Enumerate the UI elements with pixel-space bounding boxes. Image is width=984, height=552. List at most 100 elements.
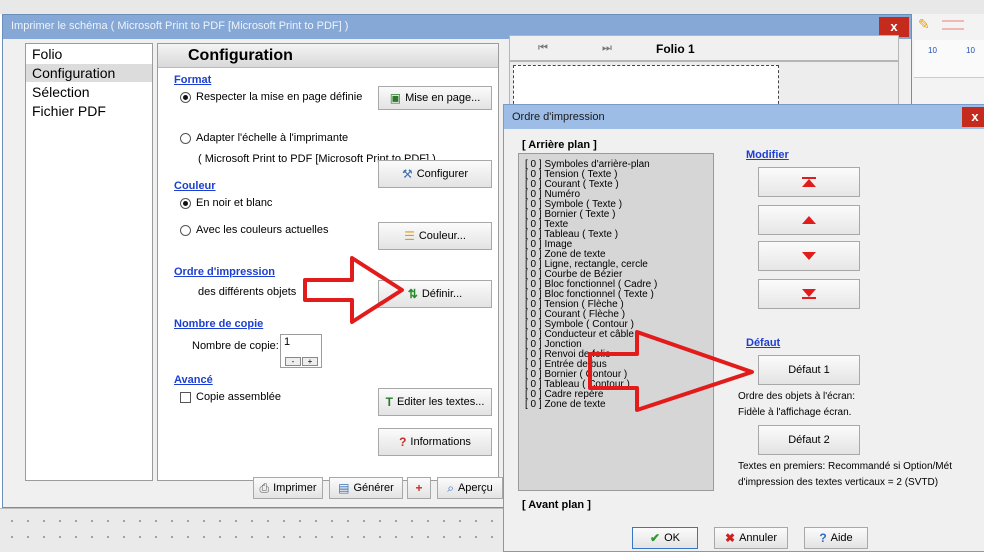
ok-button[interactable]: ✔ OK <box>632 527 698 549</box>
move-bottom-bar-icon <box>802 297 816 299</box>
sidebar-item-selection[interactable]: Sélection <box>32 84 90 100</box>
couleur-button[interactable]: ☰ Couleur... <box>378 222 492 250</box>
configurer-label: Configurer <box>416 168 469 180</box>
informations-button[interactable]: ? Informations <box>378 428 492 456</box>
copies-decrement-button[interactable]: - <box>285 357 301 366</box>
couleur-label: Couleur... <box>418 230 466 242</box>
info-question-icon: ? <box>399 435 407 449</box>
ordre-description: des différents objets <box>198 286 297 298</box>
page-setup-icon: ▣ <box>389 91 402 105</box>
defaut-2-description: Textes en premiers: Recommandé si Option… <box>738 461 952 472</box>
sidebar-item-configuration[interactable]: Configuration <box>32 65 115 81</box>
apercu-button[interactable]: ⌕ Aperçu <box>437 477 503 499</box>
add-pdf-button[interactable]: + <box>407 477 431 499</box>
sort-arrows-icon: ⇅ <box>407 287 418 301</box>
close-button[interactable]: x <box>879 17 909 37</box>
last-page-icon[interactable]: ⏭ <box>602 42 612 55</box>
radio-respecter-mise-en-page[interactable] <box>180 92 191 103</box>
help-icon: ? <box>819 531 827 545</box>
move-to-top-button[interactable] <box>758 167 860 197</box>
mise-en-page-button[interactable]: ▣ Mise en page... <box>378 86 492 110</box>
print-order-list[interactable]: [ 0 ] Symboles d'arrière-plan [ 0 ] Tens… <box>518 153 714 491</box>
print-sidebar: Folio Configuration Sélection Fichier PD… <box>25 43 153 481</box>
menu-lines-icon <box>942 20 964 30</box>
panel-title: Configuration <box>188 47 293 64</box>
cancel-x-icon: ✖ <box>725 531 736 545</box>
mise-en-page-label: Mise en page... <box>405 92 481 104</box>
format-heading: Format <box>174 74 212 86</box>
ordre-impression-heading: Ordre d'impression <box>174 266 276 278</box>
defaut-2-description-2: d'impression des textes verticaux = 2 (S… <box>738 477 939 488</box>
configurer-button[interactable]: ⚒ Configurer <box>378 160 492 188</box>
pdf-icon: ▤ <box>338 481 350 495</box>
drawing-canvas-grid[interactable] <box>0 508 510 552</box>
arrow-up-icon <box>802 216 816 224</box>
list-item[interactable]: [ 0 ] Zone de texte <box>525 400 606 410</box>
radio-couleurs-actuelles[interactable] <box>180 225 191 236</box>
nombre-copie-heading: Nombre de copie <box>174 318 264 330</box>
preview-navigation-bar: ⏮ ⏭ Folio 1 <box>509 35 899 61</box>
printer-icon: ⎙ <box>259 480 270 495</box>
color-palette-icon: ☰ <box>404 229 415 243</box>
defaut-1-description: Ordre des objets à l'écran: <box>738 391 855 402</box>
annuler-button[interactable]: ✖ Annuler <box>714 527 788 549</box>
radio-respecter-label: Respecter la mise en page définie <box>196 91 363 103</box>
ok-label: OK <box>664 532 680 544</box>
generer-button[interactable]: ▤ Générer <box>329 477 403 499</box>
move-down-button[interactable] <box>758 241 860 271</box>
order-close-button[interactable]: x <box>962 107 984 127</box>
avant-plan-label: [ Avant plan ] <box>522 499 591 511</box>
copie-assemblee-label: Copie assemblée <box>196 391 281 403</box>
first-page-icon[interactable]: ⏮ <box>538 42 548 55</box>
nombre-copie-label: Nombre de copie: <box>192 340 279 352</box>
move-to-bottom-button[interactable] <box>758 279 860 309</box>
ruler-label: 10 <box>966 46 975 55</box>
configuration-header: Configuration <box>158 44 498 68</box>
imprimer-button[interactable]: ⎙ Imprimer <box>253 477 323 499</box>
annuler-label: Annuler <box>739 532 777 544</box>
checkmark-icon: ✔ <box>650 531 661 545</box>
radio-couleurs-label: Avec les couleurs actuelles <box>196 224 329 236</box>
arrow-up-icon <box>802 179 816 187</box>
defaut-1-button[interactable]: Défaut 1 <box>758 355 860 385</box>
copies-stepper[interactable]: 1 - + <box>280 334 322 368</box>
ruler-label: 10 <box>928 46 937 55</box>
editer-textes-button[interactable]: T Editer les textes... <box>378 388 492 416</box>
sidebar-item-folio[interactable]: Folio <box>32 46 62 62</box>
order-dialog-title: Ordre d'impression <box>512 111 605 123</box>
avance-heading: Avancé <box>174 374 213 386</box>
add-pdf-icon: + <box>415 481 423 495</box>
defaut-2-button[interactable]: Défaut 2 <box>758 425 860 455</box>
aide-button[interactable]: ? Aide <box>804 527 868 549</box>
copie-assemblee-checkbox[interactable] <box>180 392 191 403</box>
editer-textes-label: Editer les textes... <box>396 396 485 408</box>
radio-adapter-echelle[interactable] <box>180 133 191 144</box>
definir-label: Définir... <box>421 288 463 300</box>
aide-label: Aide <box>830 532 853 544</box>
arrow-down-icon <box>802 289 816 297</box>
generer-label: Générer <box>353 482 394 494</box>
defaut-heading: Défaut <box>746 337 781 349</box>
sidebar-item-fichier-pdf[interactable]: Fichier PDF <box>32 103 106 119</box>
pencil-icon: ✎ <box>918 16 930 32</box>
background-ruler: 10 10 <box>914 40 984 78</box>
magnifier-icon: ⌕ <box>447 480 454 495</box>
imprimer-label: Imprimer <box>273 482 317 494</box>
move-up-button[interactable] <box>758 205 860 235</box>
defaut-1-description-2: Fidèle à l'affichage écran. <box>738 407 852 418</box>
copies-value[interactable]: 1 <box>284 336 290 348</box>
copies-increment-button[interactable]: + <box>302 357 318 366</box>
order-dialog: Ordre d'impression x [ Arrière plan ] [ … <box>503 104 984 552</box>
couleur-heading: Couleur <box>174 180 216 192</box>
modifier-heading: Modifier <box>746 149 789 161</box>
radio-noir-label: En noir et blanc <box>196 197 273 209</box>
radio-adapter-label: Adapter l'échelle à l'imprimante <box>196 132 349 144</box>
apercu-label: Aperçu <box>457 482 493 494</box>
radio-noir-et-blanc[interactable] <box>180 198 191 209</box>
print-dialog-title: Imprimer le schéma ( Microsoft Print to … <box>11 20 349 32</box>
wrench-icon: ⚒ <box>401 167 413 181</box>
definir-button[interactable]: ⇅ Définir... <box>378 280 492 308</box>
informations-label: Informations <box>410 436 471 448</box>
text-edit-icon: T <box>385 395 393 409</box>
configuration-panel: Configuration Format Respecter la mise e… <box>157 43 499 481</box>
